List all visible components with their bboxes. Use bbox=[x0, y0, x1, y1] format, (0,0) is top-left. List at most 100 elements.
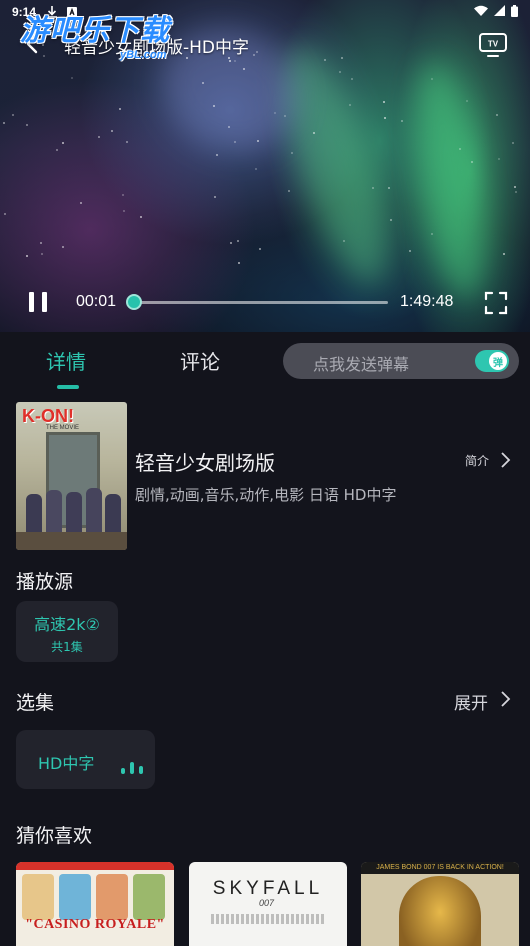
star-dot bbox=[372, 187, 374, 189]
star-dot bbox=[388, 187, 390, 189]
star-dot bbox=[514, 186, 516, 188]
star-dot bbox=[512, 142, 514, 144]
wifi-icon bbox=[474, 5, 488, 19]
danmaku-input[interactable]: 点我发送弹幕 弹 bbox=[283, 343, 519, 379]
star-dot bbox=[390, 219, 392, 221]
danmaku-placeholder: 点我发送弹幕 bbox=[313, 355, 410, 374]
star-dot bbox=[253, 54, 255, 56]
star-dot bbox=[26, 255, 28, 257]
poster-credits bbox=[211, 914, 325, 924]
star-dot bbox=[234, 60, 236, 62]
star-dot bbox=[62, 142, 64, 144]
star-dot bbox=[126, 141, 128, 143]
star-dot bbox=[503, 253, 505, 255]
star-dot bbox=[140, 216, 142, 218]
intro-link[interactable]: 简介 bbox=[465, 452, 489, 469]
star-dot bbox=[383, 101, 385, 103]
star-dot bbox=[202, 82, 204, 84]
movie-poster[interactable]: K-ON! THE MOVIE bbox=[16, 402, 127, 550]
star-dot bbox=[259, 248, 261, 250]
star-dot bbox=[255, 168, 257, 170]
poster-banner: JAMES BOND 007 IS BACK IN ACTION! bbox=[361, 862, 519, 874]
tab-comments[interactable]: 评论 bbox=[180, 346, 220, 375]
star-dot bbox=[111, 130, 113, 132]
recommendations-section-title: 猜你喜欢 bbox=[16, 825, 93, 847]
active-tab-indicator bbox=[57, 385, 79, 389]
poster-title: "CASINO ROYALE" bbox=[25, 917, 165, 932]
star-dot bbox=[62, 246, 64, 248]
star-dot bbox=[349, 104, 351, 106]
expand-link[interactable]: 展开 bbox=[454, 689, 488, 714]
watermark-url: yBL.com bbox=[120, 49, 167, 61]
star-dot bbox=[229, 60, 231, 62]
poster-figure bbox=[399, 876, 481, 946]
recommendation-card[interactable]: "CASINO ROYALE" bbox=[16, 862, 174, 946]
star-dot bbox=[515, 191, 517, 193]
movie-title: 轻音少女剧场版 bbox=[135, 451, 275, 475]
player-controls: 00:01 1:49:48 bbox=[0, 284, 530, 320]
star-dot bbox=[56, 149, 58, 151]
star-dot bbox=[40, 242, 42, 244]
poster-portrait bbox=[133, 874, 165, 920]
star-dot bbox=[431, 233, 433, 235]
poster-banner bbox=[16, 862, 174, 870]
poster-logo: K-ON! bbox=[22, 406, 74, 426]
star-dot bbox=[71, 77, 73, 79]
poster-character bbox=[105, 494, 121, 534]
star-dot bbox=[471, 161, 473, 163]
star-dot bbox=[123, 210, 125, 212]
star-dot bbox=[257, 140, 259, 142]
current-time: 00:01 bbox=[76, 293, 117, 310]
total-time: 1:49:48 bbox=[400, 293, 454, 310]
star-dot bbox=[288, 190, 290, 192]
battery-icon bbox=[511, 4, 518, 20]
star-dot bbox=[122, 194, 124, 196]
recommendation-card[interactable]: SKYFALL 007 bbox=[189, 862, 347, 946]
recommendation-card[interactable]: JAMES BOND 007 IS BACK IN ACTION! bbox=[361, 862, 519, 946]
progress-thumb[interactable] bbox=[126, 294, 142, 310]
episodes-section-title: 选集 bbox=[16, 692, 55, 714]
source-episode-count: 共1集 bbox=[51, 640, 83, 654]
star-dot bbox=[324, 59, 326, 61]
star-dot bbox=[119, 108, 121, 110]
star-dot bbox=[243, 68, 245, 70]
star-dot bbox=[41, 253, 43, 255]
cellular-icon bbox=[494, 5, 505, 19]
fullscreen-icon[interactable] bbox=[484, 291, 508, 315]
aurora-graphic bbox=[403, 56, 497, 304]
episode-item[interactable]: HD中字 bbox=[16, 730, 155, 789]
star-dot bbox=[401, 120, 403, 122]
star-dot bbox=[237, 240, 239, 242]
star-dot bbox=[339, 71, 341, 73]
chevron-right-icon[interactable] bbox=[498, 451, 512, 469]
star-dot bbox=[409, 250, 411, 252]
star-dot bbox=[80, 202, 82, 204]
detail-tabs: 详情 评论 点我发送弹幕 弹 bbox=[0, 332, 530, 392]
star-dot bbox=[12, 114, 14, 116]
star-dot bbox=[459, 148, 461, 150]
source-item[interactable]: 高速2k② 共1集 bbox=[16, 601, 118, 662]
star-dot bbox=[228, 126, 230, 128]
poster-logo-sub: THE MOVIE bbox=[46, 425, 80, 431]
pause-icon[interactable] bbox=[26, 290, 50, 314]
tab-details[interactable]: 详情 bbox=[46, 346, 86, 375]
progress-track[interactable] bbox=[132, 301, 388, 304]
star-dot bbox=[274, 112, 276, 114]
star-dot bbox=[26, 124, 28, 126]
star-dot bbox=[343, 240, 345, 242]
svg-text:TV: TV bbox=[488, 40, 499, 49]
star-dot bbox=[498, 158, 500, 160]
star-dot bbox=[214, 196, 216, 198]
star-dot bbox=[43, 55, 45, 57]
star-dot bbox=[3, 122, 5, 124]
star-dot bbox=[384, 117, 386, 119]
danmaku-toggle[interactable]: 弹 bbox=[475, 350, 509, 372]
sources-section-title: 播放源 bbox=[16, 571, 74, 593]
star-dot bbox=[4, 213, 6, 215]
episode-label: HD中字 bbox=[38, 754, 95, 773]
video-player[interactable]: 9:14 游吧乐下载 yBL.com 轻音少女剧场版-HD中字 TV 00:01… bbox=[0, 0, 530, 332]
chevron-right-icon[interactable] bbox=[498, 690, 512, 708]
tv-cast-icon[interactable]: TV bbox=[478, 32, 508, 58]
star-dot bbox=[431, 78, 433, 80]
poster-character bbox=[86, 488, 102, 534]
